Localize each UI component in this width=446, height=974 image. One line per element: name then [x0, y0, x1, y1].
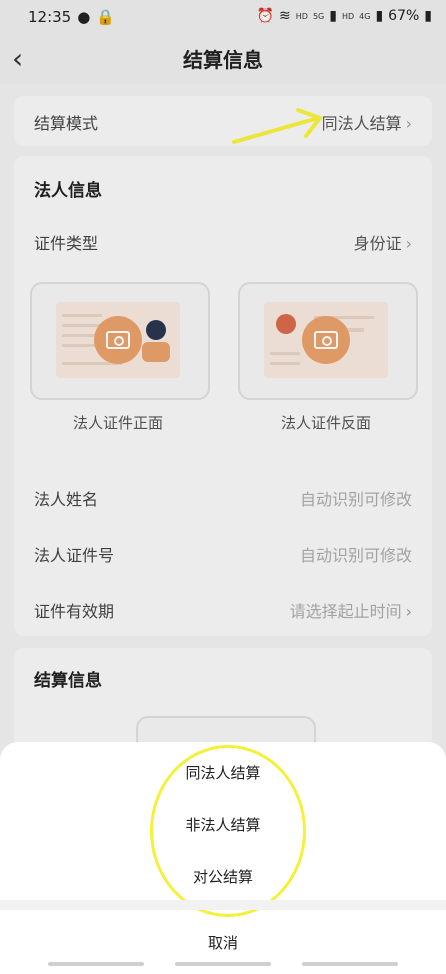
settlement-mode-sheet: 同法人结算 非法人结算 对公结算 取消 — [0, 742, 446, 974]
legal-info-card: 法人信息 证件类型 身份证 › 法人证件正面 法人证件反面 法人姓名 自动识别可… — [14, 156, 432, 636]
battery-percent: 67% — [388, 8, 420, 24]
id-front-upload[interactable] — [30, 282, 210, 400]
legal-id-number-row[interactable]: 法人证件号 自动识别可修改 — [34, 542, 412, 566]
wifi-icon: ≋ — [279, 8, 291, 24]
settlement-mode-row[interactable]: 结算模式 同法人结算 › — [34, 110, 412, 134]
legal-id-number-input[interactable]: 自动识别可修改 — [300, 542, 412, 566]
legal-id-number-label: 法人证件号 — [34, 546, 115, 565]
4g-badge: 4G — [359, 11, 371, 21]
option-same-legal[interactable]: 同法人结算 — [0, 762, 446, 783]
chevron-right-icon: › — [405, 234, 412, 253]
id-type-label: 证件类型 — [34, 234, 99, 253]
alarm-icon: ⏰ — [256, 8, 275, 24]
option-non-legal[interactable]: 非法人结算 — [0, 814, 446, 835]
camera-icon — [94, 316, 142, 364]
id-back-upload[interactable] — [238, 282, 418, 400]
id-back-label: 法人证件反面 — [280, 414, 371, 432]
annotation-arrow-icon — [232, 108, 322, 144]
id-validity-picker[interactable]: 请选择起止时间 › — [290, 598, 412, 622]
settlement-mode-label: 结算模式 — [34, 114, 99, 133]
legal-section-title: 法人信息 — [34, 181, 102, 201]
option-corporate[interactable]: 对公结算 — [0, 866, 446, 887]
chevron-right-icon: › — [405, 602, 412, 621]
nav-home[interactable] — [175, 962, 271, 966]
page-title: 结算信息 — [183, 48, 263, 72]
battery-icon: ▮ — [424, 8, 432, 24]
id-type-value[interactable]: 身份证 › — [354, 230, 412, 254]
cancel-button[interactable]: 取消 — [0, 932, 446, 953]
hd-badge-2: HD — [341, 11, 355, 21]
gesture-navbar — [0, 962, 446, 974]
5g-badge: 5G — [312, 11, 325, 21]
signal-icon: ▮ — [329, 8, 337, 24]
chevron-right-icon: › — [405, 114, 412, 133]
id-type-value-text: 身份证 — [353, 234, 402, 253]
id-type-row[interactable]: 证件类型 身份证 › — [34, 230, 412, 254]
lock-icon: 🔒 — [96, 8, 116, 26]
status-bar: 12:35 ● 🔒 ⏰ ≋ HD 5G ▮ HD 4G ▮ 67% ▮ — [0, 0, 446, 34]
id-validity-hint: 请选择起止时间 — [289, 602, 402, 621]
message-icon: ● — [77, 8, 91, 26]
page-header: ‹ 结算信息 — [0, 34, 446, 84]
id-validity-label: 证件有效期 — [34, 602, 115, 621]
settlement-mode-card[interactable]: 结算模式 同法人结算 › — [14, 96, 432, 146]
id-front-label: 法人证件正面 — [72, 414, 163, 432]
nav-back[interactable] — [302, 962, 398, 966]
settlement-info-title: 结算信息 — [34, 671, 102, 691]
camera-icon — [302, 316, 350, 364]
status-time: 12:35 — [28, 8, 72, 26]
legal-name-label: 法人姓名 — [34, 490, 99, 509]
sheet-divider — [0, 900, 446, 910]
hd-badge-1: HD — [295, 11, 308, 21]
nav-recent[interactable] — [48, 962, 144, 966]
signal-icon-2: ▮ — [375, 8, 384, 24]
legal-name-input[interactable]: 自动识别可修改 — [300, 486, 412, 510]
id-validity-row[interactable]: 证件有效期 请选择起止时间 › — [34, 598, 412, 622]
legal-name-row[interactable]: 法人姓名 自动识别可修改 — [34, 486, 412, 510]
